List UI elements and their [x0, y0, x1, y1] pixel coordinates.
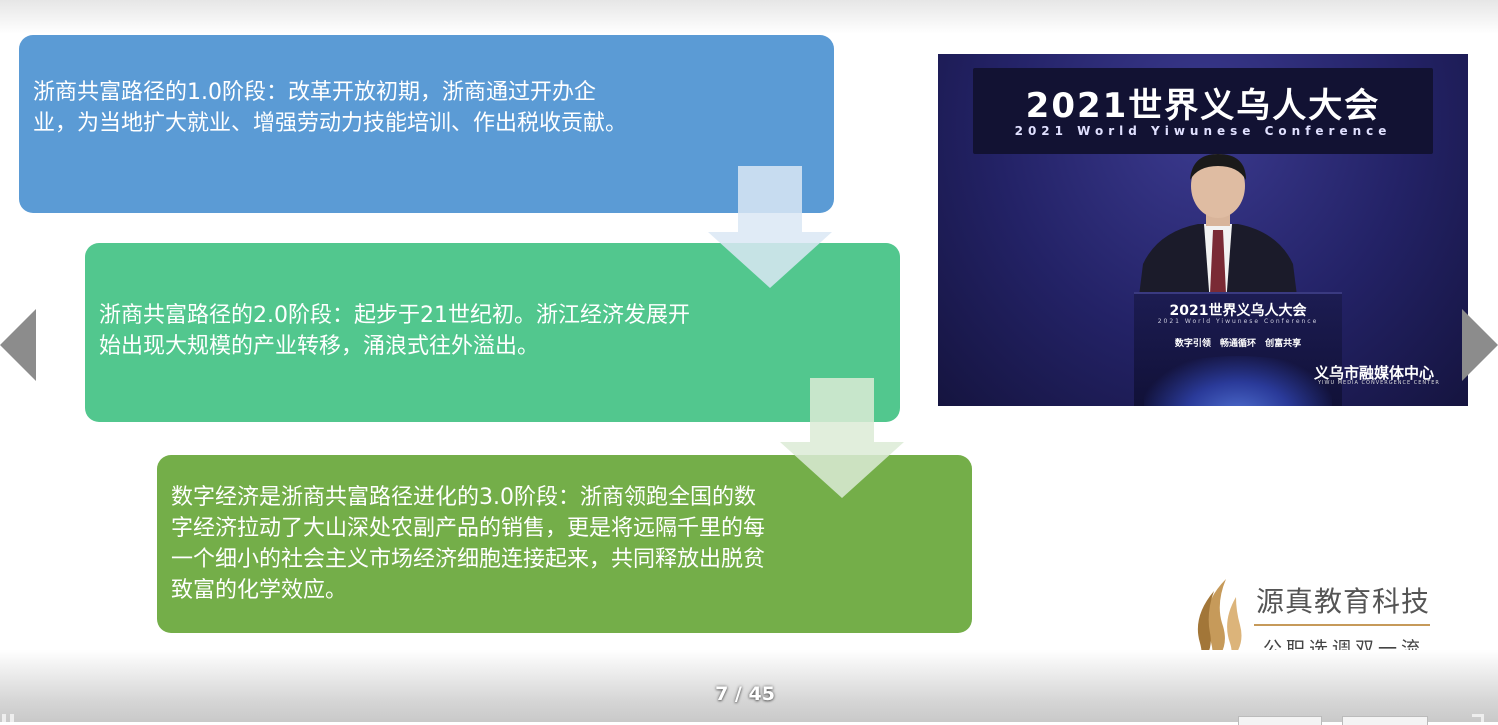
fullscreen-icon[interactable] [1472, 714, 1484, 722]
down-arrow-1-icon [708, 166, 832, 288]
podium-subtitle: 2021 World Yiwunese Conference [1157, 318, 1319, 325]
podium-slogan: 数字引领 畅通循环 创富共享 [1174, 339, 1302, 349]
next-slide-chevron-icon[interactable] [1462, 309, 1498, 381]
podium-globe [1144, 356, 1332, 406]
stage2-text: 浙商共富路径的2.0阶段：起步于21世纪初。浙江经济发展开始出现大规模的产业转移… [99, 303, 690, 359]
podium-title: 2021世界义乌人大会 [1169, 303, 1307, 319]
banner-title: 2021世界义乌人大会 [1025, 86, 1381, 126]
previous-slide-chevron-icon[interactable] [0, 309, 36, 381]
page-counter: 7 / 45 [715, 683, 775, 705]
conference-photo: 2021世界义乌人大会 2021 World Yiwunese Conferen… [938, 54, 1468, 406]
viewer-top-fade [0, 0, 1498, 34]
stage-banner: 2021世界义乌人大会 2021 World Yiwunese Conferen… [973, 68, 1433, 154]
pause-icon[interactable] [2, 714, 14, 722]
down-arrow-2-icon [780, 378, 904, 498]
podium: 2021世界义乌人大会 2021 World Yiwunese Conferen… [1134, 292, 1342, 406]
banner-subtitle: 2021 World Yiwunese Conference [1014, 124, 1392, 138]
media-watermark-subtitle: YIWU MEDIA CONVERGENCE CENTER [1318, 380, 1440, 386]
stage3-text: 数字经济是浙商共富路径进化的3.0阶段：浙商领跑全国的数字经济拉动了大山深处农副… [171, 485, 766, 603]
speaker-figure [1138, 154, 1298, 304]
logo-divider [1254, 624, 1430, 626]
viewer-control-button[interactable] [1342, 716, 1428, 725]
logo-name: 源真教育科技 [1256, 585, 1431, 618]
stage1-text: 浙商共富路径的1.0阶段：改革开放初期，浙商通过开办企业，为当地扩大就业、增强劳… [33, 80, 628, 136]
viewer-control-button[interactable] [1238, 716, 1322, 725]
